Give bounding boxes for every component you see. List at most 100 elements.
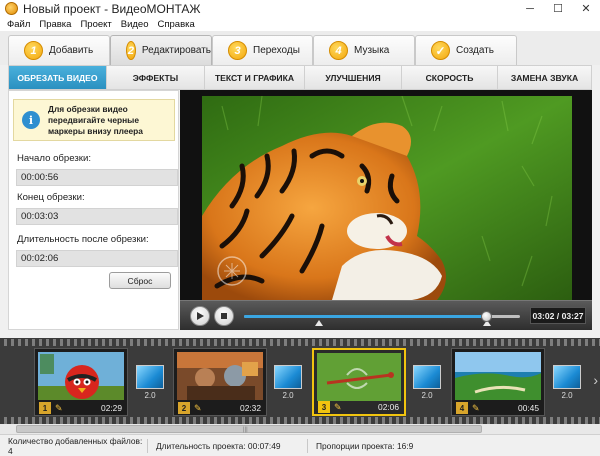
clip-1-thumbnail — [38, 352, 124, 400]
minimize-button[interactable]: ─ — [516, 0, 544, 17]
timeline-strip: 1 ✎ 02:29 2.0 2 ✎ 02:32 2.0 3 ✎ 02:06 2.… — [0, 338, 600, 424]
app-icon — [5, 2, 18, 15]
transition-4-duration: 2.0 — [561, 391, 573, 400]
transition-4[interactable]: 2.0 — [552, 365, 582, 401]
seek-progress — [244, 315, 487, 318]
info-hint: i Для обрезки видео передвигайте черные … — [13, 99, 175, 141]
start-label: Начало обрезки: — [17, 153, 92, 164]
transition-1-duration: 2.0 — [144, 391, 156, 400]
tab-create-label: Создать — [456, 45, 495, 56]
maximize-button[interactable]: ☐ — [544, 0, 572, 17]
clip-3-thumbnail — [317, 353, 401, 401]
film-holes-bottom — [0, 417, 600, 424]
menu-video[interactable]: Видео — [121, 19, 149, 30]
seek-bar[interactable] — [244, 311, 520, 326]
play-icon — [197, 312, 204, 320]
trim-panel: i Для обрезки видео передвигайте черные … — [8, 90, 179, 330]
trim-start-marker[interactable] — [314, 320, 323, 326]
menu-help[interactable]: Справка — [158, 19, 195, 30]
title-bar: Новый проект - ВидеоМОНТАЖ ─ ☐ ✕ — [0, 0, 600, 17]
transition-3-duration: 2.0 — [421, 391, 433, 400]
end-label: Конец обрезки: — [17, 192, 85, 203]
clip-2-thumbnail — [177, 352, 263, 400]
menu-file[interactable]: Файл — [7, 19, 30, 30]
clip-4-footer: 4 ✎ 00:45 — [452, 401, 544, 415]
info-icon: i — [22, 111, 40, 129]
transition-1-icon — [136, 365, 164, 389]
time-display: 03:02 / 03:27 — [530, 307, 586, 324]
menu-bar: Файл Правка Проект Видео Справка — [0, 17, 600, 31]
subtab-enhancements[interactable]: УЛУЧШЕНИЯ — [305, 66, 402, 89]
transition-1[interactable]: 2.0 — [135, 365, 165, 401]
clip-4-duration: 00:45 — [518, 403, 539, 413]
duration-field: 00:02:06 — [16, 250, 178, 267]
pencil-icon[interactable]: ✎ — [194, 403, 202, 414]
status-aspect-ratio: Пропорции проекта: 16:9 — [316, 440, 414, 451]
clip-2-number: 2 — [178, 402, 190, 414]
chevron-right-icon[interactable]: › — [593, 372, 598, 388]
tab-music[interactable]: 4 Музыка — [313, 35, 415, 65]
clip-3-number: 3 — [318, 401, 330, 413]
transition-2-icon — [274, 365, 302, 389]
player-controls: 03:02 / 03:27 — [180, 300, 592, 330]
step-2-icon: 2 — [126, 41, 136, 60]
step-4-icon: 4 — [329, 41, 348, 60]
tab-edit[interactable]: 2 Редактировать — [110, 35, 212, 65]
tab-transitions[interactable]: 3 Переходы — [212, 35, 313, 65]
subtab-text-graphics[interactable]: ТЕКСТ И ГРАФИКА — [205, 66, 305, 89]
start-time-field[interactable]: 00:00:56 — [16, 169, 178, 186]
timeline-scrollbar[interactable]: ||| — [0, 424, 600, 434]
edit-subtabs: ОБРЕЗАТЬ ВИДЕО ЭФФЕКТЫ ТЕКСТ И ГРАФИКА У… — [8, 65, 592, 90]
tab-add[interactable]: 1 Добавить — [8, 35, 110, 65]
pencil-icon[interactable]: ✎ — [55, 403, 63, 414]
clip-3-footer: 3 ✎ 02:06 — [314, 400, 404, 414]
seek-handle[interactable] — [480, 311, 492, 322]
tab-transitions-label: Переходы — [253, 45, 300, 56]
tab-create[interactable]: ✓ Создать — [415, 35, 517, 65]
clip-4[interactable]: 4 ✎ 00:45 — [451, 348, 545, 416]
duration-label: Длительность после обрезки: — [17, 234, 149, 245]
close-button[interactable]: ✕ — [572, 0, 600, 17]
film-holes-top — [0, 339, 600, 346]
transition-4-icon — [553, 365, 581, 389]
window-controls: ─ ☐ ✕ — [516, 0, 600, 17]
info-text: Для обрезки видео передвигайте черные ма… — [48, 103, 143, 136]
end-time-field[interactable]: 00:03:03 — [16, 208, 178, 225]
clip-3[interactable]: 3 ✎ 02:06 — [312, 348, 406, 416]
subtab-trim[interactable]: ОБРЕЗАТЬ ВИДЕО — [9, 66, 107, 89]
transition-3-icon — [413, 365, 441, 389]
subtab-effects[interactable]: ЭФФЕКТЫ — [107, 66, 205, 89]
clip-2-footer: 2 ✎ 02:32 — [174, 401, 266, 415]
status-bar: Количество добавленных файлов: 4 Длитель… — [0, 434, 600, 456]
reset-button[interactable]: Сброс — [109, 272, 171, 289]
menu-project[interactable]: Проект — [80, 19, 111, 30]
scrollbar-thumb[interactable]: ||| — [16, 425, 482, 433]
pencil-icon[interactable]: ✎ — [334, 402, 342, 413]
tiger-video-image — [202, 96, 572, 300]
subtab-speed[interactable]: СКОРОСТЬ — [402, 66, 498, 89]
window-title: Новый проект - ВидеоМОНТАЖ — [23, 1, 201, 16]
menu-edit[interactable]: Правка — [39, 19, 71, 30]
transition-3[interactable]: 2.0 — [412, 365, 442, 401]
clip-2[interactable]: 2 ✎ 02:32 — [173, 348, 267, 416]
play-button[interactable] — [190, 306, 210, 326]
clip-2-duration: 02:32 — [240, 403, 261, 413]
clip-4-thumbnail — [455, 352, 541, 400]
stop-button[interactable] — [214, 306, 234, 326]
video-preview — [180, 90, 592, 330]
status-project-duration: Длительность проекта: 00:07:49 — [148, 438, 308, 453]
tab-edit-label: Редактировать — [141, 45, 211, 56]
subtab-replace-sound[interactable]: ЗАМЕНА ЗВУКА — [498, 66, 591, 89]
clip-1-footer: 1 ✎ 02:29 — [35, 401, 127, 415]
pencil-icon[interactable]: ✎ — [472, 403, 480, 414]
clip-1-number: 1 — [39, 402, 51, 414]
clip-1-duration: 02:29 — [101, 403, 122, 413]
scrollbar-grip-icon: ||| — [243, 427, 248, 433]
main-tabs: 1 Добавить 2 Редактировать 3 Переходы 4 … — [0, 31, 600, 65]
video-frame[interactable] — [202, 96, 572, 300]
transition-2[interactable]: 2.0 — [273, 365, 303, 401]
clip-1[interactable]: 1 ✎ 02:29 — [34, 348, 128, 416]
clip-3-duration: 02:06 — [378, 402, 399, 412]
status-file-count: Количество добавленных файлов: 4 — [0, 436, 148, 456]
stop-icon — [221, 313, 227, 319]
